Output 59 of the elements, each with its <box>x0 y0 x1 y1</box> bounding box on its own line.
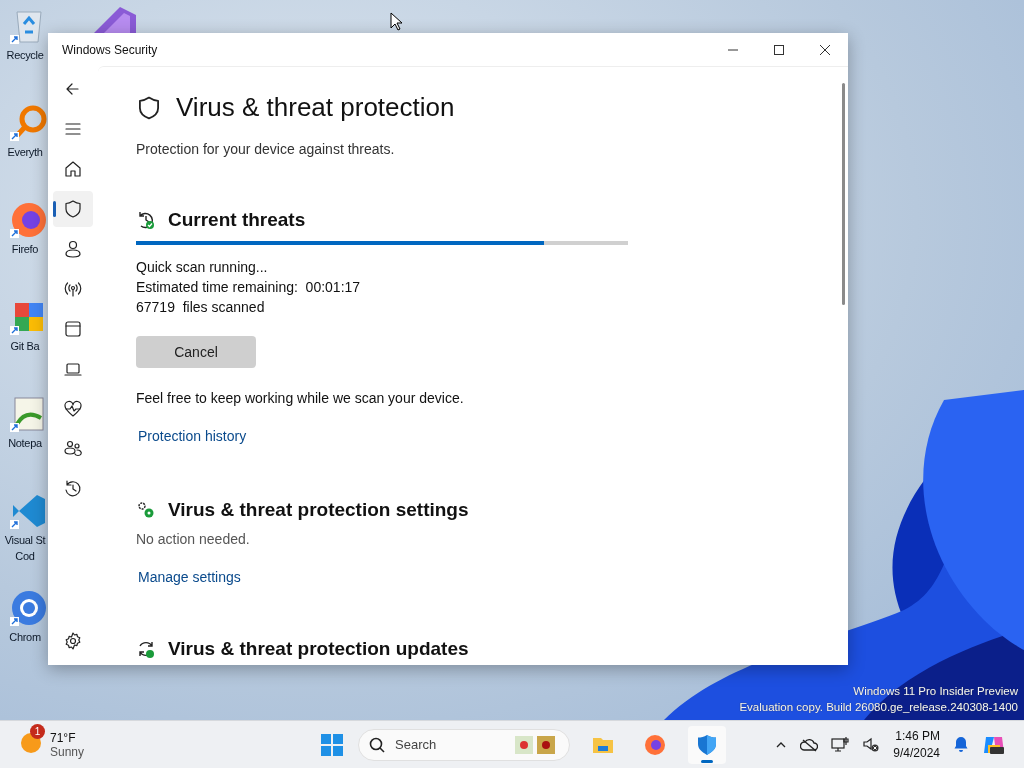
watermark-text: Evaluation copy. Build 26080.ge_release.240308-1400 <box>739 700 1018 715</box>
shield-icon <box>63 199 83 219</box>
status-text: Quick scan running... <box>136 258 269 277</box>
heart-pulse-icon <box>63 399 83 419</box>
icon-label: Git Ba <box>10 339 40 353</box>
scan-clock-icon <box>136 210 156 230</box>
cancel-button[interactable]: Cancel <box>136 336 256 368</box>
volume-muted-icon[interactable] <box>862 735 881 754</box>
icon-label: Recycle <box>6 48 44 62</box>
page-subtitle: Protection for your device against threats. <box>136 141 396 157</box>
icon-label: Visual St <box>4 533 46 547</box>
temperature-text: 71°F <box>50 730 77 745</box>
search-input[interactable]: Search <box>393 736 507 753</box>
notification-badge: 1 <box>30 723 45 739</box>
clock-date[interactable]: 9/4/2024 <box>893 744 940 762</box>
search-highlight-icon <box>515 735 555 754</box>
shield-icon <box>136 94 162 121</box>
gears-icon <box>136 500 156 520</box>
icon-label: Notepa <box>8 436 42 450</box>
status-text: 67719 files scanned <box>136 298 266 317</box>
status-text: No action needed. <box>136 531 251 547</box>
close-icon <box>820 44 830 55</box>
refresh-icon <box>136 639 156 659</box>
app-window-icon <box>63 319 83 339</box>
people-icon <box>63 439 83 459</box>
shield-nav-button[interactable] <box>53 191 93 227</box>
section-heading: Virus & threat protection settings <box>168 499 469 521</box>
network-icon[interactable] <box>831 735 850 754</box>
info-text: Feel free to keep working while we scan your device. <box>136 390 465 406</box>
maximize-icon <box>774 44 784 55</box>
link[interactable]: Protection history <box>138 428 247 444</box>
bell-icon[interactable] <box>953 736 969 753</box>
watermark-text: Windows 11 Pro Insider Preview <box>852 684 1018 699</box>
icon-label: Firefo <box>11 242 39 256</box>
mouse-pointer-icon <box>390 12 402 31</box>
search-bar[interactable]: Search <box>358 728 570 761</box>
home-icon <box>63 159 83 179</box>
antenna-icon <box>63 279 83 299</box>
icon-label: Cod <box>15 549 35 563</box>
person-icon <box>63 239 83 259</box>
section-heading: Virus & threat protection updates <box>168 638 469 660</box>
section-heading: Current threats <box>168 209 306 231</box>
settings-icon <box>63 631 83 651</box>
search-icon <box>369 736 385 753</box>
link[interactable]: Manage settings <box>138 569 241 585</box>
page-title: Virus & threat protection <box>176 92 455 123</box>
history-icon <box>63 479 83 499</box>
magnifier-icon[interactable] <box>9 103 49 143</box>
weather-text: Sunny <box>50 744 85 759</box>
start-button-icon[interactable] <box>320 732 344 757</box>
taskbar-app-button[interactable] <box>688 725 726 764</box>
scrollbar[interactable] <box>842 83 845 305</box>
browser-icon[interactable] <box>9 588 49 628</box>
icon-label: Everyth <box>7 145 43 159</box>
icon-label: Chrom <box>9 630 41 644</box>
shield-icon <box>695 732 719 757</box>
status-text: Estimated time remaining: 00:01:17 <box>136 278 362 297</box>
window-title: Windows Security <box>62 42 158 57</box>
clock-time[interactable]: 1:46 PM <box>893 727 940 745</box>
